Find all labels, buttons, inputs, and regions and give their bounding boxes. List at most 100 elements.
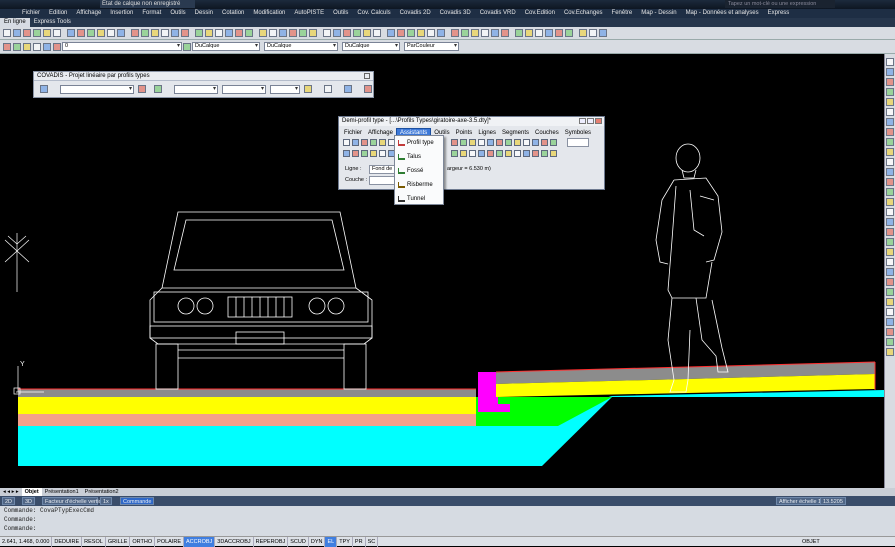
toolbar-icon[interactable] [343,29,351,37]
menu-item[interactable]: Affichage [76,9,101,18]
ligne-field[interactable]: Fond de Fo [369,165,395,174]
demi-menu-item[interactable]: Lignes [475,129,499,138]
layer-tool-icon[interactable] [3,43,11,51]
mode-2d-button[interactable]: 2D [2,497,16,505]
toolbar-icon[interactable] [407,29,415,37]
menu-item[interactable]: Covadis VRD [480,9,516,18]
menu-item[interactable]: Outils [333,9,348,18]
assistant-menu-item[interactable]: Fossé [395,165,443,177]
covadis-combo-4[interactable] [270,85,300,94]
side-tool-icon[interactable] [886,308,894,316]
close-icon[interactable] [364,73,370,79]
menu-item[interactable]: Format [142,9,161,18]
toolbar-icon[interactable] [269,29,277,37]
couche-field[interactable] [369,176,395,185]
menu-item[interactable]: Modification [253,9,285,18]
side-tool-icon[interactable] [886,58,894,66]
demi-menu-item[interactable]: Couches [532,129,562,138]
command-prompt[interactable]: Commande: [4,524,895,533]
demi-tool-icon[interactable] [496,139,503,146]
side-tool-icon[interactable] [886,268,894,276]
toolbar-icon[interactable] [515,29,523,37]
demi-tool-icon[interactable] [505,139,512,146]
demi-tool-icon[interactable] [469,139,476,146]
menu-item[interactable]: Insertion [110,9,133,18]
side-tool-icon[interactable] [886,68,894,76]
demi-tool-icon[interactable] [487,139,494,146]
toolbar-icon[interactable] [245,29,253,37]
assistant-menu-item[interactable]: Tunnel [395,193,443,205]
covadis-combo-3[interactable] [222,85,266,94]
covadis-tool-icon[interactable] [138,85,146,93]
toolbar-icon[interactable] [87,29,95,37]
command-line[interactable]: Commande: CovaPTypExecCmd Commande: Comm… [0,506,895,536]
layer-tool-icon[interactable] [183,43,191,51]
side-tool-icon[interactable] [886,138,894,146]
toolbar-icon[interactable] [363,29,371,37]
plotstyle-combo[interactable]: ParCouleur [404,42,459,51]
menu-item[interactable]: Fichier [22,9,40,18]
menu-item[interactable]: AutoPISTE [294,9,324,18]
toolbar-icon[interactable] [565,29,573,37]
demi-tool-icon[interactable] [532,150,539,157]
demi-tool-icon[interactable] [379,139,386,146]
toolbar-icon[interactable] [181,29,189,37]
demi-tool-icon[interactable] [370,150,377,157]
toolbar-icon[interactable] [427,29,435,37]
ribbon-tab[interactable]: Express Tools [30,18,75,27]
toolbar-icon[interactable] [599,29,607,37]
toolbar-icon[interactable] [279,29,287,37]
toolbar-icon[interactable] [13,29,21,37]
demi-tool-icon[interactable] [352,139,359,146]
toolbar-icon[interactable] [535,29,543,37]
demi-menu-item[interactable]: Symboles [562,129,594,138]
minimize-icon[interactable] [579,118,586,124]
layout-tab[interactable]: Objet [21,488,42,496]
side-tool-icon[interactable] [886,248,894,256]
side-tool-icon[interactable] [886,148,894,156]
layer-tool-icon[interactable] [53,43,61,51]
side-tool-icon[interactable] [886,118,894,126]
toolbar-icon[interactable] [323,29,331,37]
covadis-combo-2[interactable] [174,85,218,94]
menu-item[interactable]: Cotation [222,9,244,18]
demi-tool-icon[interactable] [451,150,458,157]
toolbar-icon[interactable] [225,29,233,37]
layout-tab[interactable]: Présentation1 [42,488,82,496]
toolbar-icon[interactable] [353,29,361,37]
toolbar-icon[interactable] [3,29,11,37]
toolbar-icon[interactable] [589,29,597,37]
covadis-combo-1[interactable] [60,85,134,94]
side-tool-icon[interactable] [886,78,894,86]
annotation-scale-value[interactable]: 13.5205 [820,497,846,505]
toolbar-icon[interactable] [289,29,297,37]
demi-tool-icon[interactable] [352,150,359,157]
demi-tool-icon[interactable] [451,139,458,146]
side-tool-icon[interactable] [886,198,894,206]
menu-item[interactable]: Fenêtre [612,9,633,18]
demi-tool-icon[interactable] [478,139,485,146]
search-input[interactable]: Tapez un mot-clé ou une expression [725,0,835,8]
toolbar-icon[interactable] [451,29,459,37]
side-tool-icon[interactable] [886,178,894,186]
toolbar-icon[interactable] [117,29,125,37]
toolbar-icon[interactable] [461,29,469,37]
toolbar-icon[interactable] [437,29,445,37]
toolbar-icon[interactable] [171,29,179,37]
side-tool-icon[interactable] [886,158,894,166]
demi-tool-icon[interactable] [478,150,485,157]
demi-tool-icon[interactable] [487,150,494,157]
toolbar-icon[interactable] [151,29,159,37]
demi-tool-icon[interactable] [343,150,350,157]
layer-state-field[interactable]: État de calque non enregistré [100,0,195,8]
side-tool-icon[interactable] [886,128,894,136]
side-tool-icon[interactable] [886,218,894,226]
toolbar-icon[interactable] [501,29,509,37]
assistant-menu-item[interactable]: Talus [395,151,443,163]
demi-menu-item[interactable]: Fichier [341,129,365,138]
toolbar-icon[interactable] [33,29,41,37]
annotation-scale-label[interactable]: Afficher échelle 1 [776,497,825,505]
assistant-menu-item[interactable]: Risberme [395,179,443,191]
toolbar-icon[interactable] [259,29,267,37]
demi-tool-icon[interactable] [541,150,548,157]
